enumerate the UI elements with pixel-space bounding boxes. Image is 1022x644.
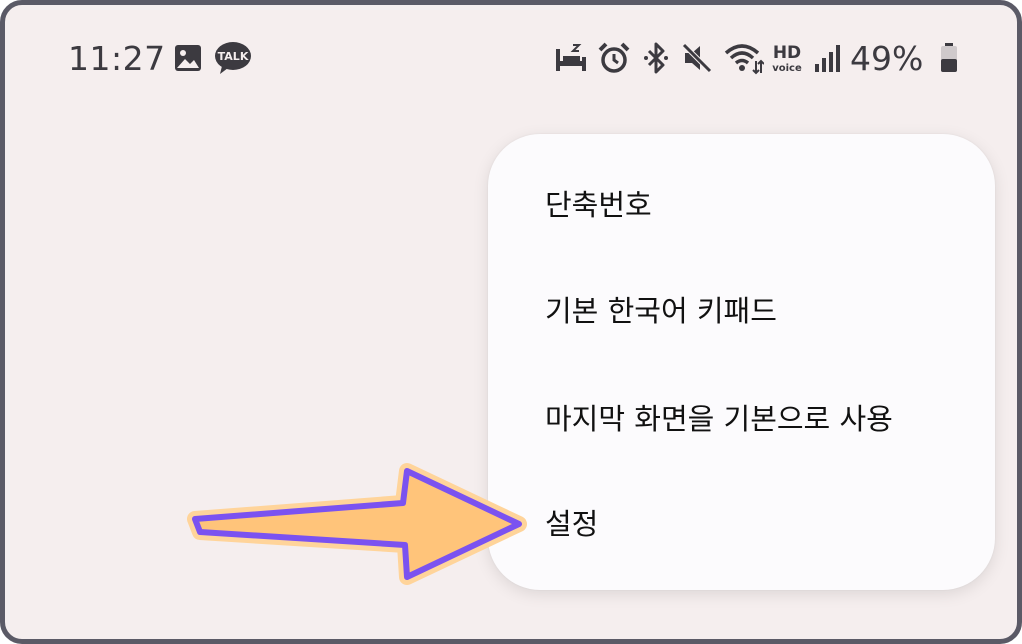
mute-icon xyxy=(679,39,715,77)
status-time: 11:27 xyxy=(68,39,166,78)
voice-label: voice xyxy=(772,63,802,74)
kakaotalk-icon: TALK xyxy=(212,39,254,77)
wifi-icon xyxy=(723,39,765,77)
gallery-image-icon xyxy=(171,39,205,77)
overflow-menu: 단축번호 기본 한국어 키패드 마지막 화면을 기본으로 사용 설정 xyxy=(488,134,995,590)
hd-voice-icon: HD voice xyxy=(769,39,805,77)
menu-item-settings[interactable]: 설정 xyxy=(545,501,598,543)
battery-percent: 49% xyxy=(850,39,924,78)
battery-icon xyxy=(937,39,961,77)
menu-item-use-last-screen-as-default[interactable]: 마지막 화면을 기본으로 사용 xyxy=(545,396,893,438)
menu-item-default-korean-keypad[interactable]: 기본 한국어 키패드 xyxy=(545,288,777,330)
bluetooth-icon xyxy=(641,39,671,77)
signal-icon xyxy=(811,39,843,77)
status-bar: 11:27 TALK HD voice 49% xyxy=(5,5,1017,115)
kakaotalk-label: TALK xyxy=(218,50,249,63)
sleep-mode-icon xyxy=(553,39,589,77)
alarm-icon xyxy=(596,39,632,77)
screen-frame: 11:27 TALK HD voice 49% 단축번호 기본 한국어 키패드 … xyxy=(0,0,1022,644)
battery-fill xyxy=(941,59,957,72)
menu-item-speed-dial[interactable]: 단축번호 xyxy=(545,182,652,224)
hd-label: HD xyxy=(773,43,801,63)
